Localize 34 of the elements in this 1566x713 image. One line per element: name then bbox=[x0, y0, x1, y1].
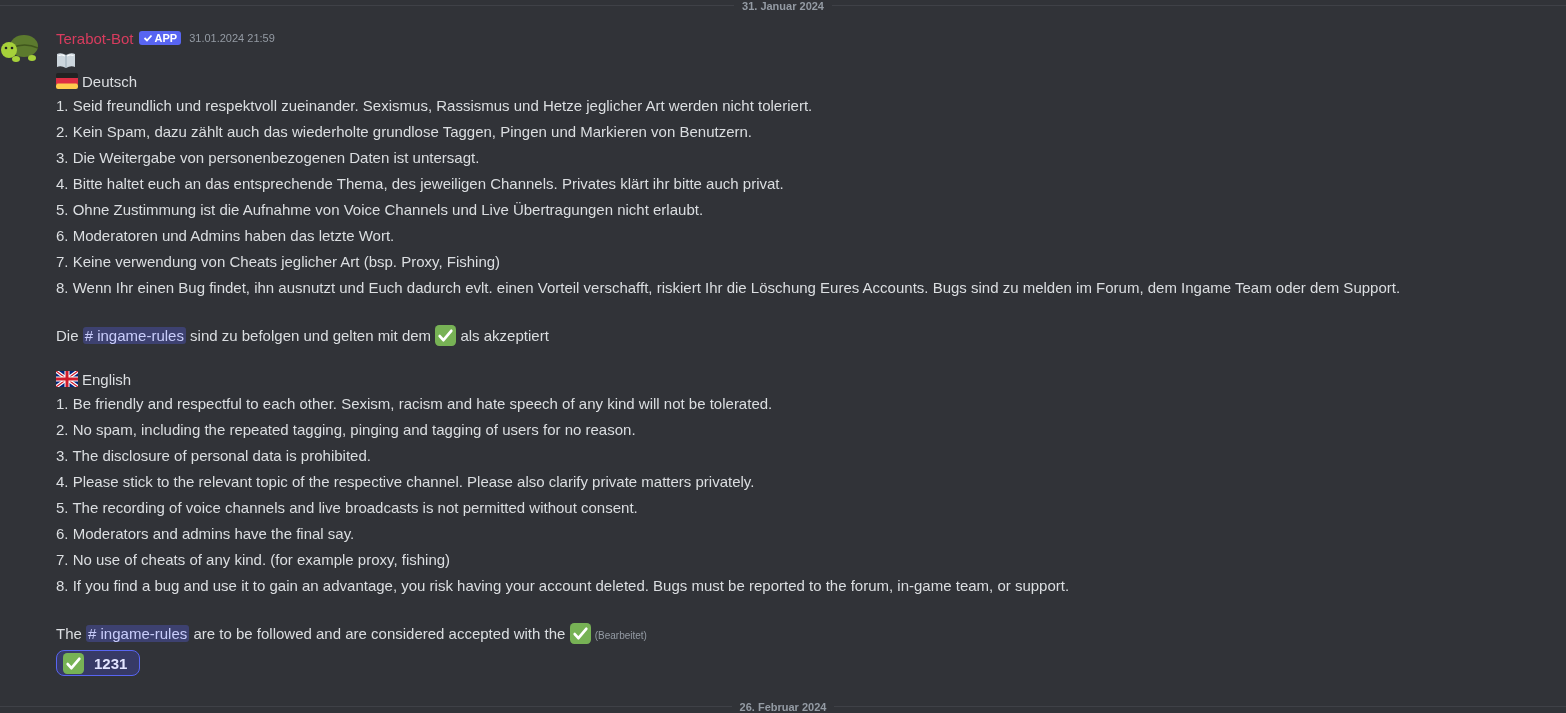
app-badge: APP bbox=[138, 31, 182, 45]
rule-text: 4. Please stick to the relevant topic of the respective channel. Please also clarify private matters privately. bbox=[56, 472, 756, 492]
flag-icon bbox=[56, 73, 78, 89]
rule-text: 7. No use of cheats of any kind. (for example proxy, fishing) bbox=[56, 550, 452, 570]
date-divider: 26. Februar 2024 bbox=[739, 700, 827, 713]
rule-text: 5. The recording of voice channels and live broadcasts is not permitted without consent. bbox=[56, 498, 639, 518]
book-icon bbox=[56, 51, 76, 69]
rule-text: 2. No spam, including the repeated tagging, pinging and tagging of users for no reason. bbox=[56, 420, 637, 440]
section-heading: Deutsch bbox=[82, 72, 138, 90]
check-icon bbox=[569, 623, 591, 644]
rule-text: 3. Die Weitergabe von personenbezogenen Daten ist untersagt. bbox=[56, 148, 481, 168]
rule-text: 1. Be friendly and respectful to each other. Sexism, racism and hate speech of any kind will not be tolerated. bbox=[56, 394, 774, 414]
rule-text: 6. Moderatoren und Admins haben das letzte Wort. bbox=[56, 226, 396, 246]
section-heading: English bbox=[82, 370, 132, 388]
check-icon bbox=[435, 325, 457, 346]
rules-footer: Die # ingame-rules sind zu befolgen und gelten mit dem als akzeptiert bbox=[56, 323, 1550, 349]
rule-text: 7. Keine verwendung von Cheats jeglicher Art (bsp. Proxy, Fishing) bbox=[56, 252, 502, 272]
rule-text: 1. Seid freundlich und respektvoll zueinander. Sexismus, Rassismus und Hetze jeglicher Art werden nicht toleriert. bbox=[56, 96, 814, 116]
flag-icon bbox=[56, 371, 78, 387]
channel-mention[interactable]: # ingame-rules bbox=[86, 625, 190, 642]
rule-text: 8. Wenn Ihr einen Bug findet, ihn ausnutzt und Euch dadurch evlt. einen Vorteil verschafft, riskiert Ihr die Löschung Eures Accounts. Bugs sind zu melden im Forum, dem Ingame Team oder dem Support. bbox=[56, 278, 1402, 298]
rule-text: 4. Bitte haltet euch an das entsprechende Thema, des jeweiligen Channels. Privates klärt ihr bitte auch privat. bbox=[56, 174, 785, 194]
date-divider: 31. Januar 2024 bbox=[742, 0, 824, 12]
edited-label: (Bearbeitet) bbox=[594, 630, 647, 641]
channel-mention[interactable]: # ingame-rules bbox=[82, 327, 186, 344]
rule-text: 8. If you find a bug and use it to gain an advantage, you risk having your account deleted. Bugs must be reported to the forum, in-game team, or support. bbox=[56, 576, 1071, 596]
timestamp: 31.01.2024 21:59 bbox=[189, 32, 275, 44]
check-icon bbox=[63, 652, 84, 674]
rule-text: 5. Ohne Zustimmung ist die Aufnahme von Voice Channels und Live Übertragungen nicht erlaubt. bbox=[56, 200, 705, 220]
rules-footer: The # ingame-rules are to be followed and are considered accepted with the (Bearbeitet) bbox=[56, 621, 1550, 649]
rule-text: 2. Kein Spam, dazu zählt auch das wiederholte grundlose Taggen, Pingen und Markieren von Benutzern. bbox=[56, 122, 753, 142]
rule-text: 6. Moderators and admins have the final say. bbox=[56, 524, 356, 544]
reaction-button[interactable]: 1231 bbox=[56, 650, 141, 676]
rule-text: 3. The disclosure of personal data is prohibited. bbox=[56, 446, 372, 466]
